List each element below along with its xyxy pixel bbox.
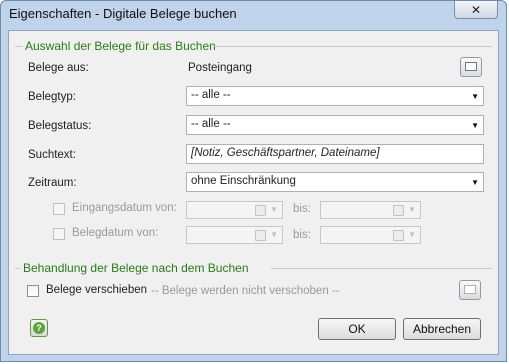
belegstatus-value: -- alle -- [191,118,231,130]
eingangsdatum-to-label: bis: [293,203,311,215]
group-divider [15,46,23,47]
belegdatum-label: Belegdatum von: [72,227,159,239]
ok-button[interactable]: OK [318,318,396,340]
move-status-text: -- Belege werden nicht verschoben -- [151,285,340,297]
belegdatum-to-label: bis: [293,229,311,241]
close-icon: ✕ [470,2,482,17]
dropdown-arrow-icon: ▼ [408,230,416,239]
suchtext-input[interactable]: [Notiz, Geschäftspartner, Dateiname] [186,144,484,164]
suchtext-value: [Notiz, Geschäftspartner, Dateiname] [191,147,380,159]
window-icon [465,62,477,71]
belege-aus-value: Posteingang [188,62,252,74]
zeitraum-select[interactable]: ohne Einschränkung ▼ [186,172,484,192]
calendar-icon [393,230,404,241]
group-divider [271,268,492,269]
dropdown-arrow-icon: ▼ [270,230,278,239]
belegtyp-label: Belegtyp: [28,91,76,103]
cancel-button[interactable]: Abbrechen [403,318,481,340]
group-divider [212,46,492,47]
dropdown-arrow-icon: ▼ [270,205,278,214]
belegdatum-from-field[interactable]: ▼ [186,226,283,244]
belegdatum-checkbox[interactable] [53,228,65,240]
window-icon [464,285,476,294]
belegdatum-to-field[interactable]: ▼ [320,226,421,244]
eingangsdatum-checkbox[interactable] [53,203,65,215]
title-bar: Eigenschaften - Digitale Belege buchen ✕ [1,1,506,29]
calendar-icon [255,205,266,216]
eingangsdatum-from-field[interactable]: ▼ [186,201,283,219]
group-title-after: Behandlung der Belege nach dem Buchen [23,261,249,275]
group-title-selection: Auswahl der Belege für das Buchen [25,39,216,53]
zeitraum-value: ohne Einschränkung [191,175,296,187]
help-icon: ? [33,322,45,334]
suchtext-label: Suchtext: [28,149,76,161]
eingangsdatum-label: Eingangsdatum von: [72,202,177,214]
select-source-button[interactable] [460,57,482,77]
belegstatus-select[interactable]: -- alle -- ▼ [186,115,484,135]
belege-verschieben-checkbox[interactable] [27,285,39,297]
zeitraum-label: Zeitraum: [28,177,77,189]
select-target-button[interactable] [459,280,481,300]
calendar-icon [255,230,266,241]
close-button[interactable]: ✕ [454,1,498,19]
window-title: Eigenschaften - Digitale Belege buchen [9,6,237,21]
eingangsdatum-to-field[interactable]: ▼ [320,201,421,219]
dropdown-arrow-icon: ▼ [408,205,416,214]
belegstatus-label: Belegstatus: [28,120,92,132]
belegtyp-select[interactable]: -- alle -- ▼ [186,86,484,106]
help-button[interactable]: ? [30,319,48,337]
belege-verschieben-label: Belege verschieben [46,284,148,296]
dropdown-arrow-icon: ▼ [471,178,479,187]
calendar-icon [393,205,404,216]
dialog-window: Eigenschaften - Digitale Belege buchen ✕… [0,0,507,362]
belege-aus-label: Belege aus: [28,62,89,74]
dropdown-arrow-icon: ▼ [471,121,479,130]
dialog-body: Auswahl der Belege für das Buchen Belege… [8,30,499,355]
dropdown-arrow-icon: ▼ [471,92,479,101]
group-divider [15,268,21,269]
belegtyp-value: -- alle -- [191,89,231,101]
